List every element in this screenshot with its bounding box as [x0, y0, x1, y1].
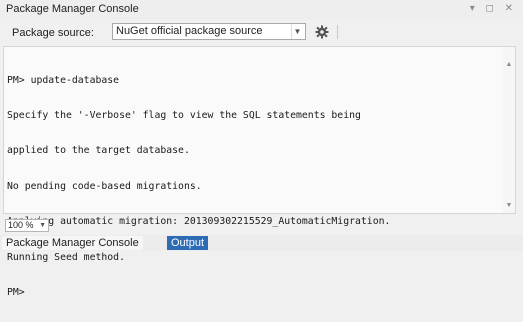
scroll-up-icon[interactable]: ▲ [503, 61, 515, 68]
window-title: Package Manager Console [6, 3, 139, 15]
scroll-down-icon[interactable]: ▼ [503, 202, 515, 209]
toolbar-separator [337, 25, 338, 39]
title-bar: Package Manager Console ▾ ◻ ✕ [0, 0, 523, 20]
toolbar: Package source: NuGet official package s… [0, 22, 523, 44]
console-line: Specify the '-Verbose' flag to view the … [7, 109, 361, 121]
console-line: Running Seed method. [7, 251, 125, 263]
console-prompt: PM> [7, 286, 25, 298]
console-line: No pending code-based migrations. [7, 180, 202, 192]
gear-icon[interactable] [313, 23, 331, 41]
package-source-label: Package source: [12, 27, 94, 39]
console-line: applied to the target database. [7, 145, 190, 157]
console-output[interactable]: PM> update-database Specify the '-Verbos… [3, 46, 516, 298]
zoom-dropdown[interactable]: 100 % ▼ [5, 219, 49, 232]
console-line: Applying automatic migration: 2013093022… [7, 216, 391, 228]
zoom-value: 100 % [8, 220, 34, 230]
dropdown-arrow-icon[interactable]: ▼ [291, 24, 303, 39]
bottom-tabs: Package Manager Console Output [0, 235, 523, 251]
tab-output[interactable]: Output [167, 236, 209, 250]
package-source-value: NuGet official package source [116, 25, 263, 37]
vertical-scrollbar[interactable]: ▲ ▼ [503, 47, 515, 213]
package-source-dropdown[interactable]: NuGet official package source ▼ [112, 23, 306, 40]
tab-package-manager-console[interactable]: Package Manager Console [2, 236, 143, 250]
console-line: PM> update-database [7, 74, 120, 86]
window-controls[interactable]: ▾ ◻ ✕ [470, 3, 517, 14]
chevron-down-icon[interactable]: ▼ [39, 220, 46, 231]
console-text[interactable]: PM> update-database Specify the '-Verbos… [7, 51, 501, 322]
